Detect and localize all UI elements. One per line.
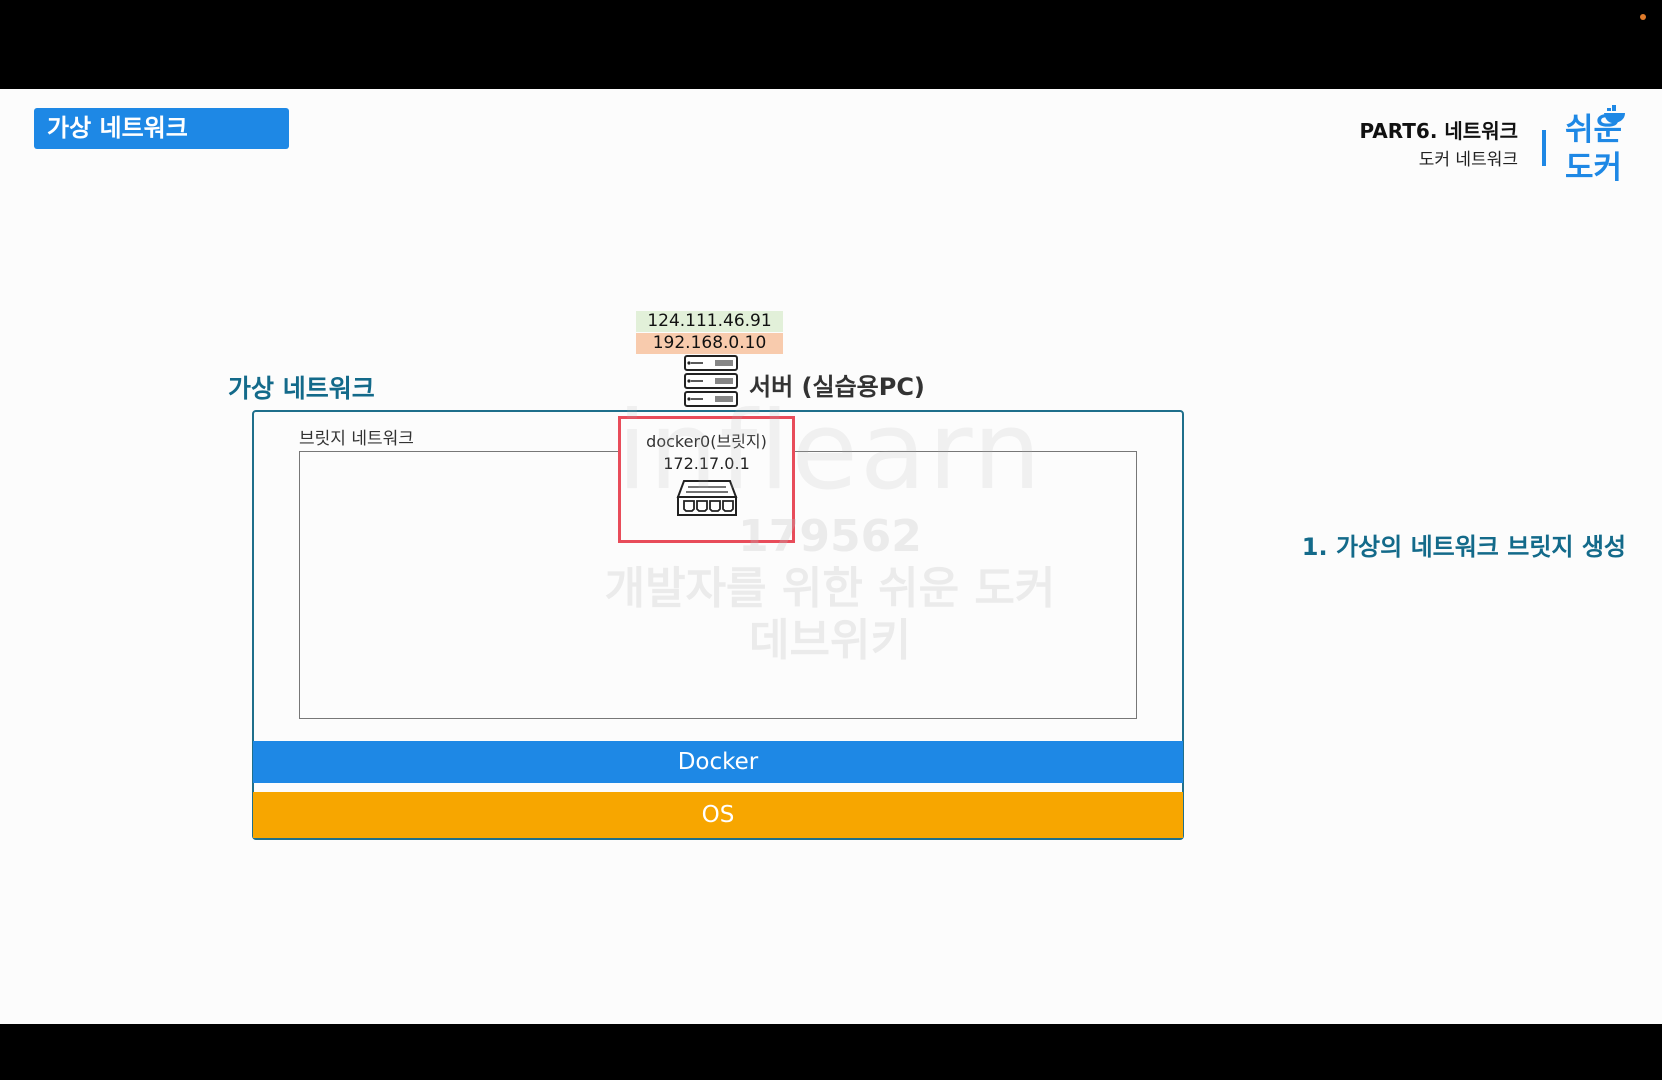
network-switch-icon <box>676 480 737 516</box>
docker-layer: Docker <box>253 741 1183 783</box>
public-ip-label: 124.111.46.91 <box>636 311 783 332</box>
logo-line-2: 도커 <box>1565 150 1623 186</box>
brand-divider <box>1542 130 1546 166</box>
step-caption: 1. 가상의 네트워크 브릿지 생성 <box>1301 533 1626 561</box>
private-ip-label: 192.168.0.10 <box>636 333 783 354</box>
section-title-badge: 가상 네트워크 <box>34 108 289 149</box>
server-icon <box>684 355 738 407</box>
docker-whale-icon <box>1604 105 1625 123</box>
virtual-network-heading: 가상 네트워크 <box>228 374 375 403</box>
part-title: PART6. 네트워크 <box>1359 119 1518 143</box>
os-layer: OS <box>253 792 1183 838</box>
docker0-ip: 172.17.0.1 <box>663 454 750 473</box>
server-label: 서버 (실습용PC) <box>749 373 925 401</box>
bridge-network-label: 브릿지 네트워크 <box>299 429 414 449</box>
docker0-bridge-highlight: docker0(브릿지) 172.17.0.1 <box>618 416 795 543</box>
recording-indicator <box>1640 14 1646 20</box>
slide: 가상 네트워크 PART6. 네트워크 도커 네트워크 쉬운 도커 가상 네트워… <box>0 89 1662 1024</box>
brand-logo: 쉬운 도커 <box>1565 105 1625 187</box>
part-subtitle: 도커 네트워크 <box>1418 150 1518 170</box>
docker0-name: docker0(브릿지) <box>646 432 767 451</box>
